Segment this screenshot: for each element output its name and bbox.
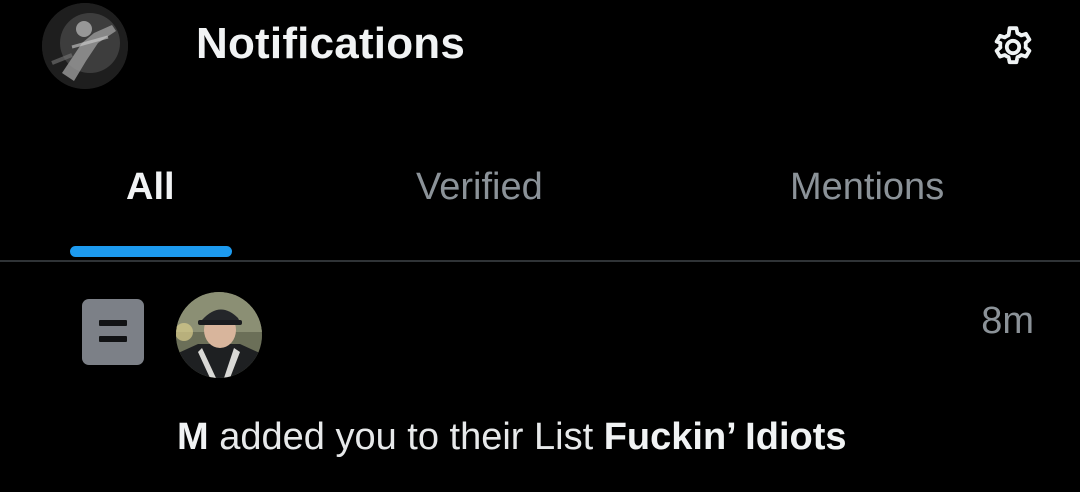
- gear-icon: [994, 26, 1032, 65]
- settings-button[interactable]: [986, 20, 1040, 74]
- notification-text: M added you to their List Fuckin’ Idiots: [177, 413, 847, 461]
- tab-all[interactable]: All: [0, 150, 300, 260]
- tab-all-label: All: [126, 166, 175, 208]
- tab-mentions-label: Mentions: [790, 166, 945, 208]
- notification-tabs: All Verified Mentions: [0, 150, 1080, 260]
- tab-verified-label: Verified: [416, 166, 543, 208]
- active-tab-indicator: [70, 246, 232, 257]
- profile-avatar[interactable]: [42, 3, 128, 89]
- notification-timestamp: 8m: [981, 300, 1034, 342]
- notification-list-name[interactable]: Fuckin’ Idiots: [604, 416, 847, 458]
- notification-item[interactable]: 8m M added you to their List Fuckin’ Idi…: [0, 262, 1080, 492]
- tab-mentions[interactable]: Mentions: [680, 150, 1080, 260]
- profile-photo-icon: [42, 3, 128, 89]
- notification-actor[interactable]: M: [177, 416, 209, 458]
- list-icon: [82, 299, 144, 365]
- notification-action: added you to their List: [219, 416, 594, 458]
- page-title: Notifications: [196, 19, 466, 68]
- top-app-bar: Notifications: [0, 0, 1080, 92]
- user-photo-icon: [176, 292, 262, 378]
- user-avatar[interactable]: [176, 292, 262, 378]
- tab-verified[interactable]: Verified: [300, 150, 680, 260]
